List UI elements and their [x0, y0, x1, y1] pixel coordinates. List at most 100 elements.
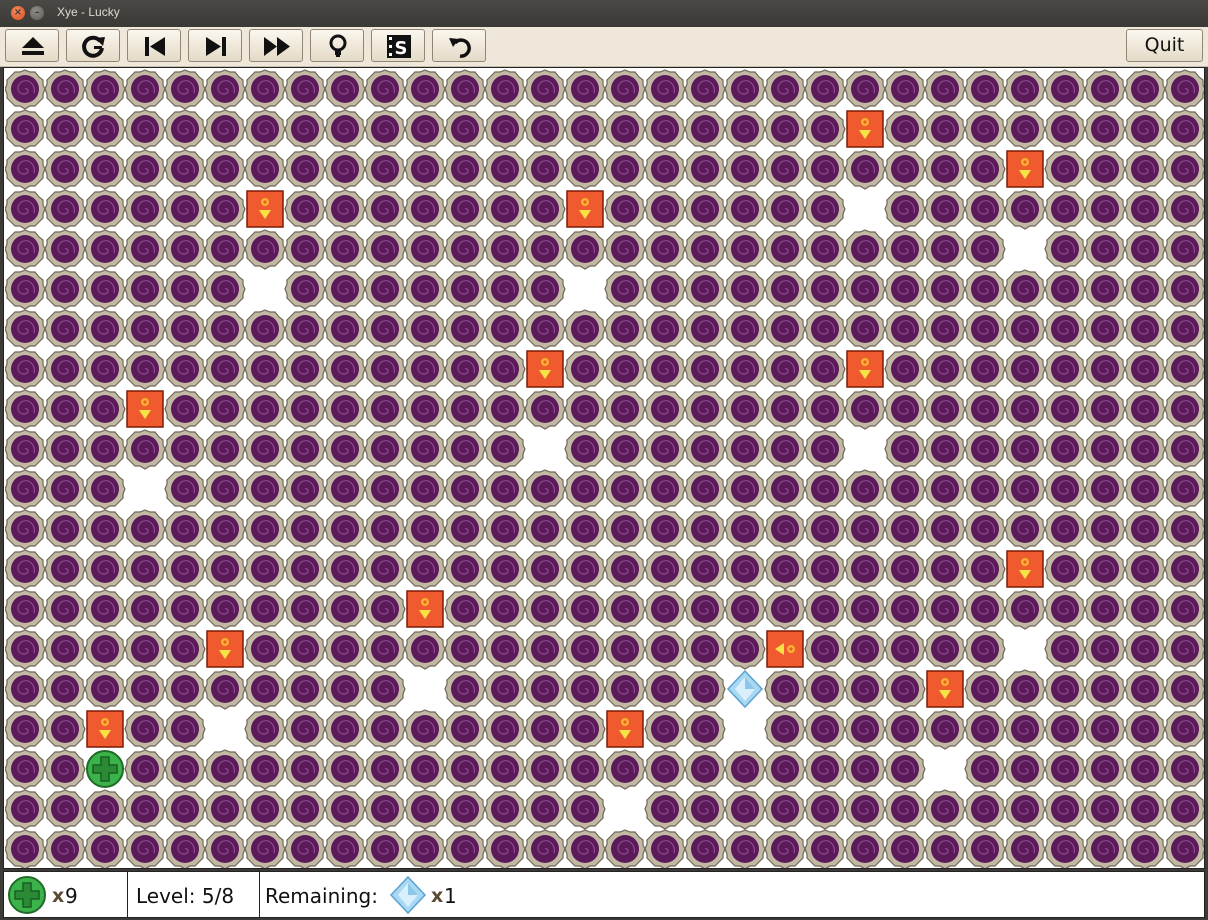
quit-button[interactable]: Quit: [1126, 29, 1203, 62]
arrow-block-down[interactable]: [1006, 150, 1044, 188]
swirl-wall-tile: [844, 509, 886, 550]
arrow-block-down[interactable]: [846, 110, 884, 148]
swirl-wall-tile: [1044, 789, 1086, 830]
swirl-wall-tile: [1044, 189, 1086, 230]
previous-level-button[interactable]: [127, 29, 181, 62]
eject-button[interactable]: [5, 29, 59, 62]
swirl-wall-tile: [124, 429, 166, 470]
swirl-wall-tile: [244, 429, 286, 470]
arrow-block-down[interactable]: [246, 190, 284, 228]
game-board[interactable]: [3, 67, 1205, 869]
swirl-wall-tile: [284, 309, 326, 350]
swirl-wall-tile: [604, 269, 646, 310]
swirl-wall-tile: [524, 829, 566, 868]
swirl-wall-tile: [804, 189, 846, 230]
swirl-wall-tile: [804, 789, 846, 830]
next-level-button[interactable]: [188, 29, 242, 62]
swirl-wall-tile: [844, 549, 886, 590]
arrow-block-down[interactable]: [526, 350, 564, 388]
swirl-wall-tile: [244, 349, 286, 390]
swirl-wall-tile: [604, 549, 646, 590]
minimize-window-button[interactable]: –: [30, 6, 44, 20]
swirl-wall-tile: [1084, 429, 1126, 470]
swirl-wall-tile: [44, 749, 86, 790]
swirl-wall-tile: [244, 309, 286, 350]
swirl-wall-tile: [5, 149, 46, 190]
swirl-wall-tile: [804, 349, 846, 390]
swirl-wall-tile: [244, 149, 286, 190]
swirl-wall-tile: [284, 469, 326, 510]
restart-button[interactable]: [66, 29, 120, 62]
swirl-wall-tile: [324, 829, 366, 868]
arrow-block-down[interactable]: [606, 710, 644, 748]
swirl-wall-tile: [44, 149, 86, 190]
arrow-block-down[interactable]: [86, 710, 124, 748]
swirl-wall-tile: [364, 629, 406, 670]
swirl-wall-tile: [884, 309, 926, 350]
swirl-wall-tile: [924, 229, 966, 270]
fast-forward-button[interactable]: [249, 29, 303, 62]
swirl-wall-tile: [604, 829, 646, 868]
swirl-wall-tile: [44, 229, 86, 270]
swirl-wall-tile: [524, 509, 566, 550]
swirl-wall-tile: [484, 69, 526, 110]
swirl-wall-tile: [124, 109, 166, 150]
arrow-block-down[interactable]: [206, 630, 244, 668]
swirl-wall-tile: [724, 389, 766, 430]
swirl-wall-tile: [1164, 189, 1204, 230]
swirl-wall-tile: [124, 629, 166, 670]
swirl-wall-tile: [484, 309, 526, 350]
player-xye[interactable]: [86, 750, 124, 788]
swirl-wall-tile: [564, 109, 606, 150]
arrow-block-down[interactable]: [126, 390, 164, 428]
swirl-wall-tile: [924, 149, 966, 190]
arrow-block-down[interactable]: [846, 350, 884, 388]
arrow-block-down[interactable]: [566, 190, 604, 228]
swirl-wall-tile: [884, 229, 926, 270]
close-window-button[interactable]: ×: [11, 6, 25, 20]
swirl-wall-tile: [604, 309, 646, 350]
swirl-wall-tile: [124, 589, 166, 630]
swirl-wall-tile: [884, 549, 926, 590]
swirl-wall-tile: [404, 69, 446, 110]
swirl-wall-tile: [124, 309, 166, 350]
swirl-wall-tile: [284, 349, 326, 390]
swirl-wall-tile: [444, 429, 486, 470]
swirl-wall-tile: [644, 389, 686, 430]
swirl-wall-tile: [884, 349, 926, 390]
swirl-wall-tile: [124, 509, 166, 550]
swirl-wall-tile: [564, 749, 606, 790]
swirl-wall-tile: [1084, 229, 1126, 270]
undo-button[interactable]: [432, 29, 486, 62]
solution-button[interactable]: S: [371, 29, 425, 62]
arrow-block-down[interactable]: [1006, 550, 1044, 588]
swirl-wall-tile: [1124, 709, 1166, 750]
swirl-wall-tile: [164, 749, 206, 790]
swirl-wall-tile: [1044, 749, 1086, 790]
swirl-wall-tile: [204, 789, 246, 830]
swirl-wall-tile: [604, 669, 646, 710]
swirl-wall-tile: [324, 389, 366, 430]
swirl-wall-tile: [724, 189, 766, 230]
swirl-wall-tile: [404, 469, 446, 510]
swirl-wall-tile: [644, 309, 686, 350]
swirl-wall-tile: [844, 749, 886, 790]
swirl-wall-tile: [244, 229, 286, 270]
swirl-wall-tile: [204, 669, 246, 710]
swirl-wall-tile: [5, 349, 46, 390]
gem-icon[interactable]: [727, 670, 763, 708]
arrow-block-down[interactable]: [926, 670, 964, 708]
hint-button[interactable]: [310, 29, 364, 62]
arrow-block-left[interactable]: [766, 630, 804, 668]
swirl-wall-tile: [44, 309, 86, 350]
swirl-wall-tile: [1044, 509, 1086, 550]
swirl-wall-tile: [1124, 789, 1166, 830]
swirl-wall-tile: [44, 69, 86, 110]
swirl-wall-tile: [364, 709, 406, 750]
swirl-wall-tile: [644, 549, 686, 590]
swirl-wall-tile: [804, 429, 846, 470]
arrow-block-down[interactable]: [406, 590, 444, 628]
swirl-wall-tile: [724, 69, 766, 110]
swirl-wall-tile: [84, 829, 126, 868]
swirl-wall-tile: [244, 629, 286, 670]
